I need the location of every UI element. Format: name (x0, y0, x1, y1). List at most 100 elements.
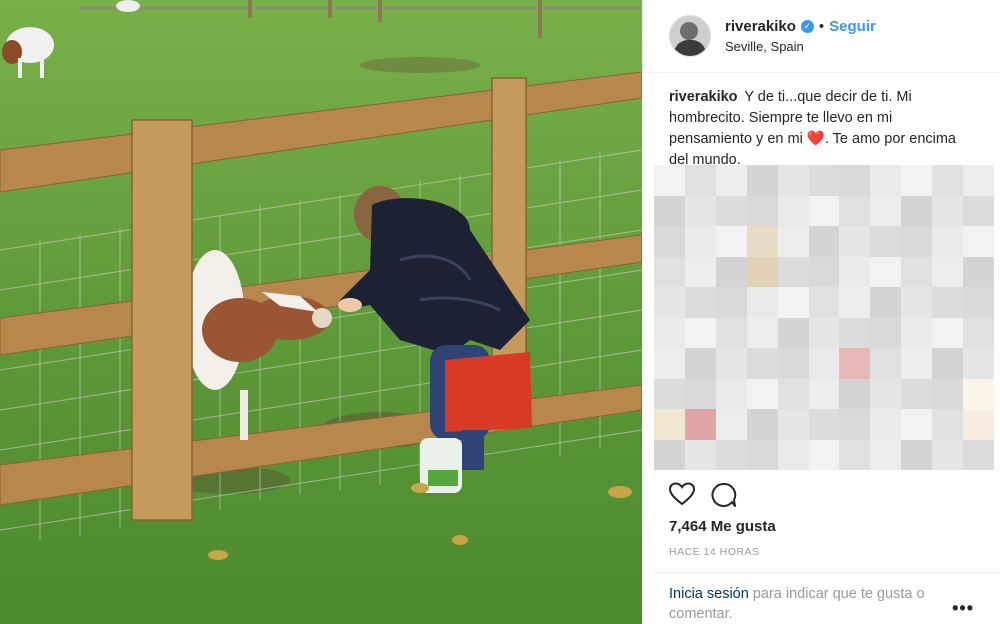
pixel-block (870, 378, 902, 409)
timestamp[interactable]: HACE 14 HORAS (669, 546, 760, 558)
pixel-block (684, 256, 716, 287)
location-link[interactable]: Seville, Spain (725, 39, 876, 54)
pixel-block (684, 378, 716, 409)
pixel-block (684, 287, 716, 318)
pixel-block (932, 195, 964, 226)
pixel-block (746, 439, 778, 470)
pixel-block (808, 439, 840, 470)
avatar[interactable] (669, 15, 711, 57)
pixel-block (654, 256, 685, 287)
pixel-block (715, 409, 747, 440)
post-header: riverakiko ✓ • Seguir Seville, Spain (643, 0, 1000, 73)
divider (653, 572, 1000, 573)
pixel-block (746, 409, 778, 440)
photo-illustration (0, 0, 642, 624)
instagram-post: riverakiko ✓ • Seguir Seville, Spain riv… (0, 0, 1000, 624)
header-info: riverakiko ✓ • Seguir Seville, Spain (725, 18, 876, 54)
pixel-block (932, 409, 964, 440)
header-line: riverakiko ✓ • Seguir (725, 18, 876, 35)
pixel-block (746, 256, 778, 287)
pixel-block (963, 195, 994, 226)
pixel-block (901, 287, 933, 318)
pixel-block (839, 165, 871, 196)
comment-icon[interactable] (711, 482, 737, 508)
pixel-block (746, 378, 778, 409)
pixel-block (715, 256, 747, 287)
pixel-block (901, 348, 933, 379)
pixel-block (654, 287, 685, 318)
pixel-block (715, 195, 747, 226)
pixel-block (684, 226, 716, 257)
login-link[interactable]: Inicia sesión (669, 586, 749, 602)
pixel-block (777, 256, 809, 287)
pixel-block (746, 226, 778, 257)
pixel-block (777, 378, 809, 409)
pixel-block (839, 439, 871, 470)
like-count[interactable]: 7,464 Me gusta (669, 518, 776, 535)
pixel-block (684, 439, 716, 470)
pixel-block (932, 439, 964, 470)
pixel-block (839, 409, 871, 440)
pixel-block (963, 317, 994, 348)
pixel-block (870, 226, 902, 257)
action-bar (669, 482, 737, 508)
pixel-block (654, 226, 685, 257)
pixel-block (901, 439, 933, 470)
follow-button[interactable]: Seguir (829, 18, 876, 35)
pixel-block (684, 317, 716, 348)
pixel-block (839, 256, 871, 287)
pixel-block (963, 439, 994, 470)
pixel-block (963, 409, 994, 440)
pixel-block (839, 287, 871, 318)
post-photo[interactable] (0, 0, 642, 624)
pixel-block (777, 439, 809, 470)
pixel-block (932, 165, 964, 196)
pixel-block (654, 165, 685, 196)
pixel-block (870, 439, 902, 470)
pixel-block (932, 226, 964, 257)
pixel-block (870, 287, 902, 318)
pixel-block (654, 348, 685, 379)
pixel-block (808, 287, 840, 318)
pixel-block (870, 256, 902, 287)
pixel-block (715, 378, 747, 409)
pixel-block (870, 165, 902, 196)
pixel-block (870, 348, 902, 379)
pixel-block (932, 348, 964, 379)
pixel-block (746, 165, 778, 196)
pixel-block (963, 378, 994, 409)
pixel-block (839, 378, 871, 409)
pixel-block (684, 348, 716, 379)
pixel-block (777, 195, 809, 226)
pixel-block (654, 409, 685, 440)
username-link[interactable]: riverakiko (725, 18, 796, 35)
pixel-block (777, 409, 809, 440)
pixel-block (777, 317, 809, 348)
post-sidebar: riverakiko ✓ • Seguir Seville, Spain riv… (642, 0, 1000, 624)
pixel-block (715, 226, 747, 257)
pixel-block (901, 256, 933, 287)
pixel-block (901, 378, 933, 409)
pixel-block (901, 226, 933, 257)
verified-badge-icon: ✓ (800, 20, 814, 33)
pixel-block (654, 195, 685, 226)
pixel-block (870, 317, 902, 348)
more-options-button[interactable]: ••• (952, 598, 974, 619)
pixel-block (777, 348, 809, 379)
pixel-block (715, 317, 747, 348)
pixel-block (746, 287, 778, 318)
pixel-block (870, 409, 902, 440)
pixel-block (777, 165, 809, 196)
pixel-block (808, 195, 840, 226)
pixel-block (808, 409, 840, 440)
caption-username[interactable]: riverakiko (669, 89, 738, 105)
pixel-block (808, 165, 840, 196)
pixel-block (715, 287, 747, 318)
pixel-block (901, 317, 933, 348)
pixel-block (808, 256, 840, 287)
pixel-block (901, 165, 933, 196)
pixel-block (777, 226, 809, 257)
pixel-block (901, 409, 933, 440)
heart-icon[interactable] (669, 482, 695, 508)
pixel-block (715, 165, 747, 196)
